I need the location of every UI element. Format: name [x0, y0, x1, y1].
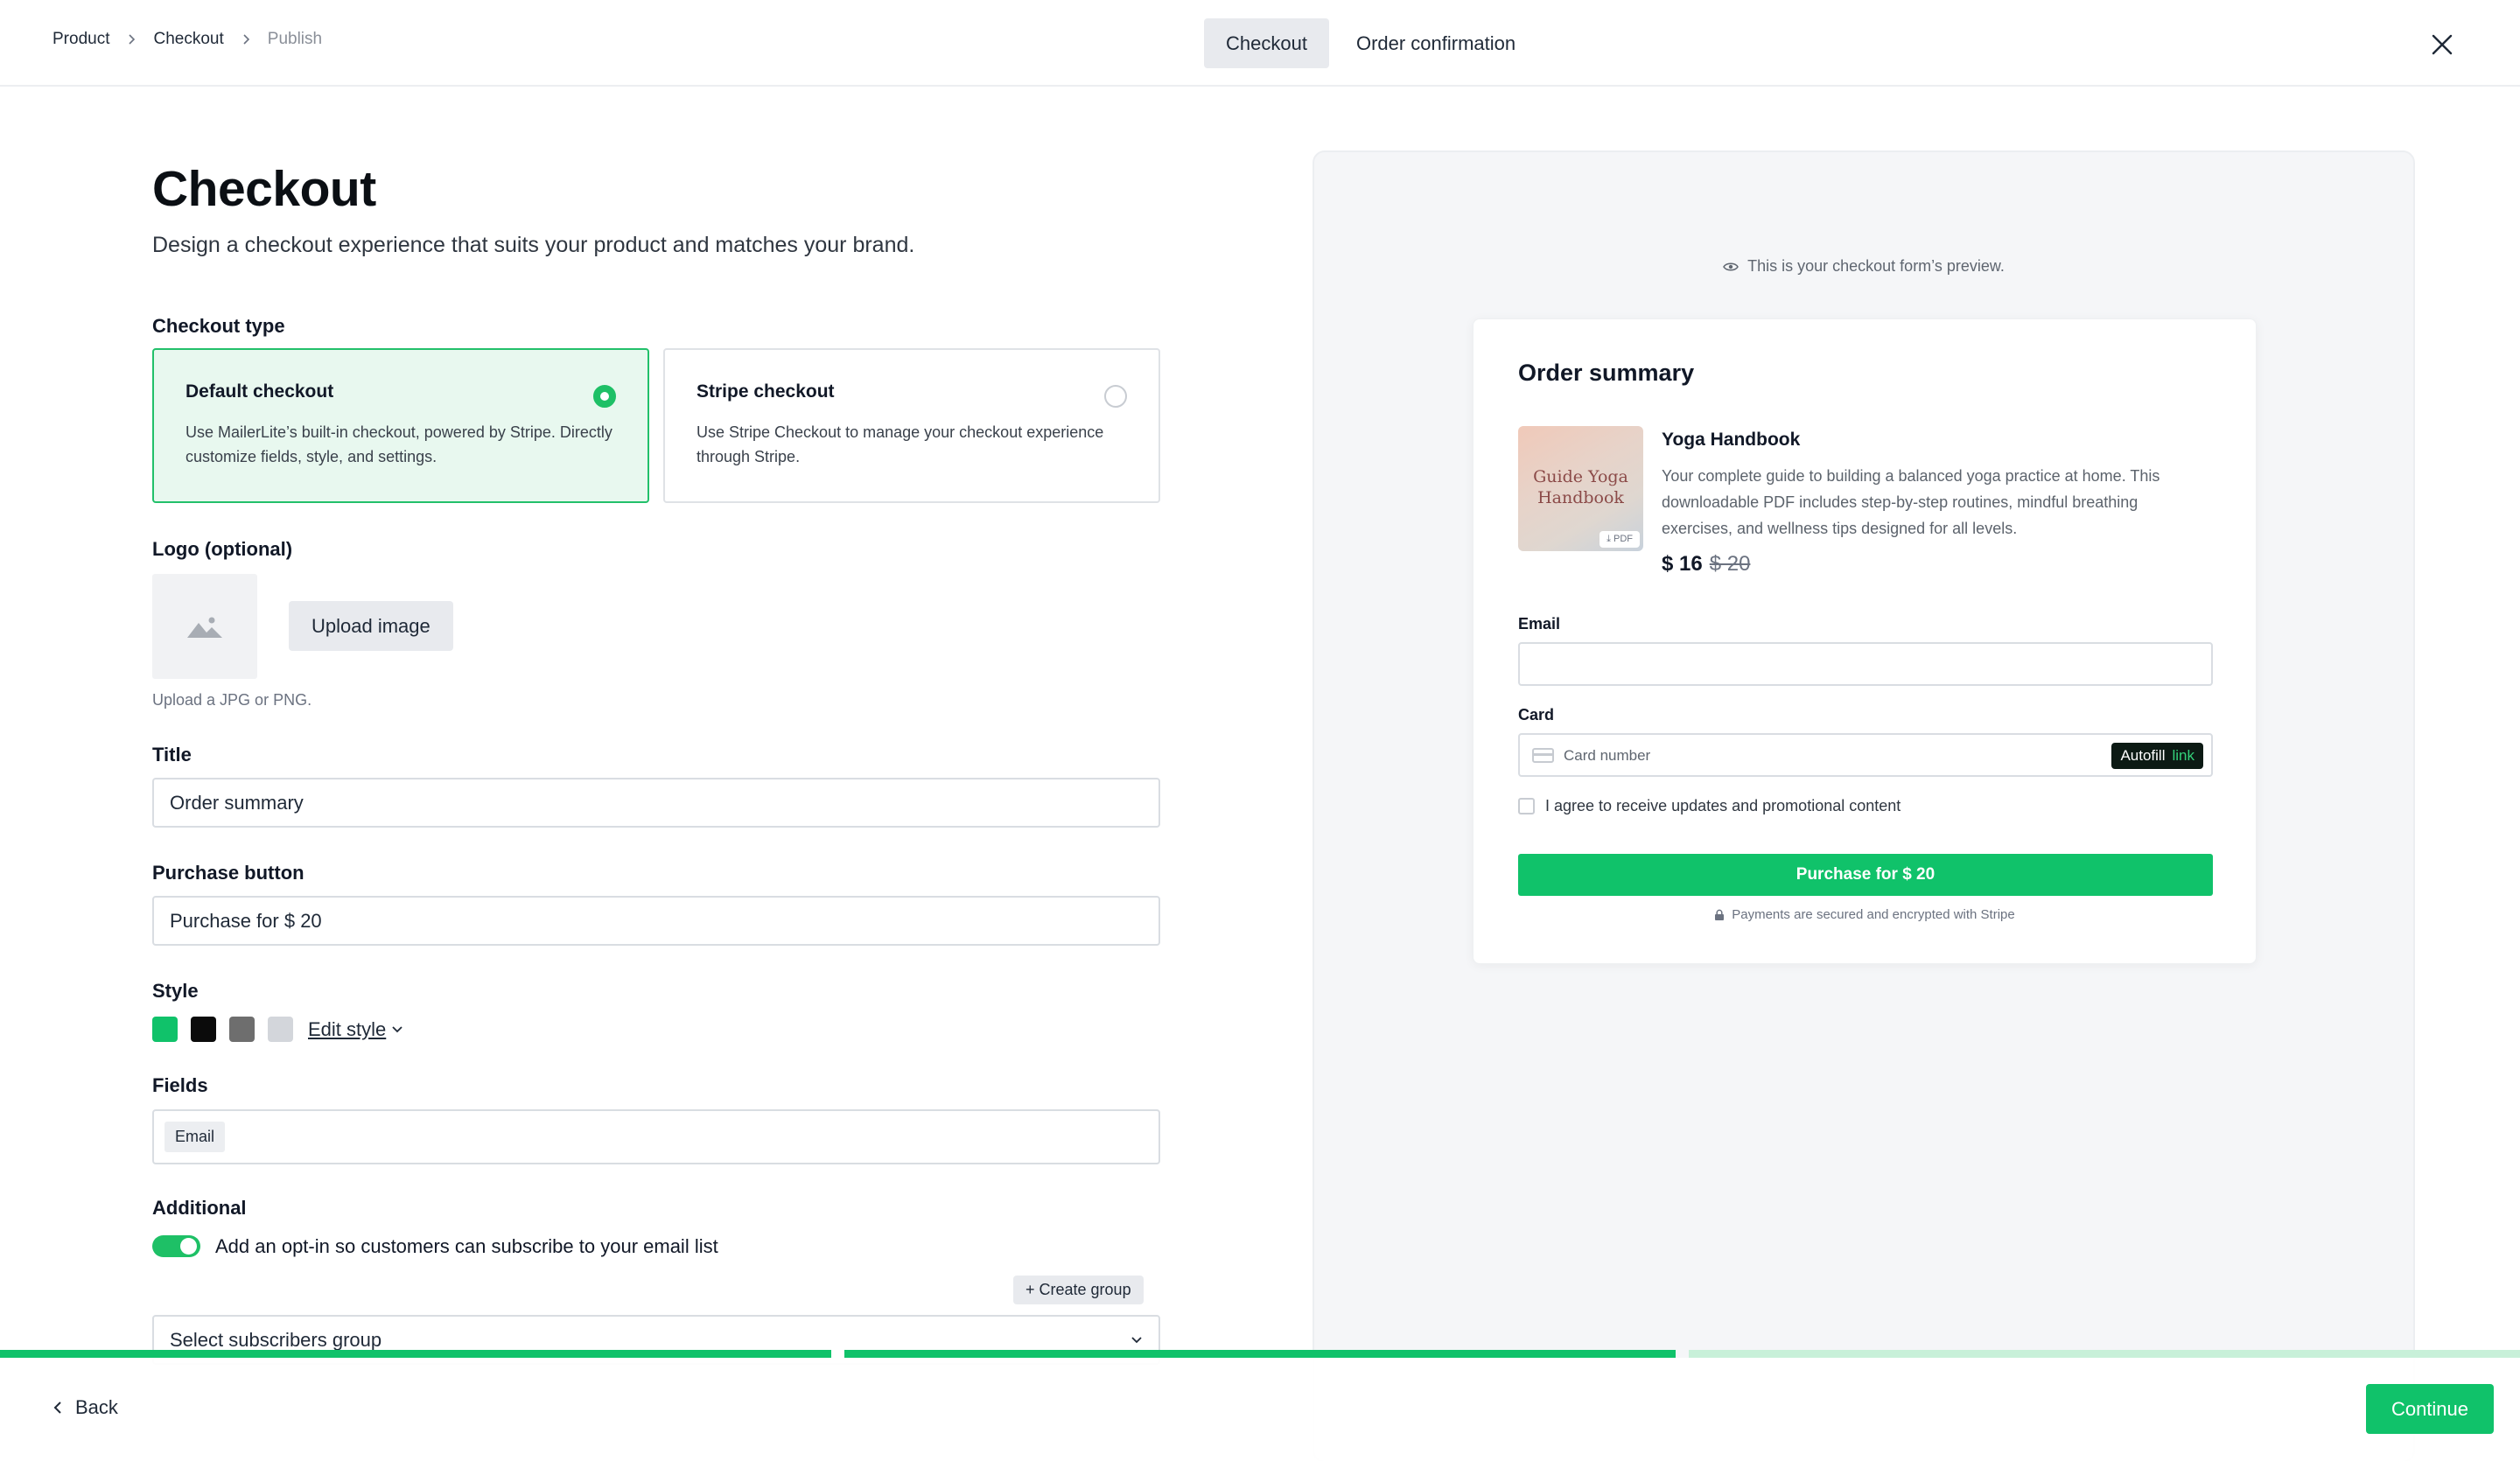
style-swatches: Edit style [152, 1017, 403, 1042]
purchase-button[interactable]: Purchase for $ 20 [1518, 854, 2213, 896]
title-label: Title [152, 744, 192, 765]
back-button[interactable]: Back [52, 1396, 118, 1419]
option-description: Use MailerLite’s built-in checkout, powe… [186, 423, 612, 465]
option-title: Stripe checkout [696, 381, 835, 402]
edit-style-label: Edit style [308, 1017, 387, 1040]
preview-tabs: Checkout Order confirmation [1204, 18, 1537, 68]
fields-input[interactable]: Email [152, 1109, 1160, 1164]
option-default-checkout[interactable]: Default checkout Use MailerLite’s built-… [152, 348, 649, 503]
email-field[interactable] [1518, 642, 2213, 686]
swatch-green[interactable] [152, 1017, 178, 1042]
card-number-field[interactable]: Card number Autofill link [1518, 733, 2213, 777]
thumbnail-title: Guide Yoga Handbook [1533, 467, 1628, 507]
preview-note: This is your checkout form’s preview. [1314, 257, 2413, 276]
back-label: Back [75, 1396, 118, 1418]
swatch-black[interactable] [191, 1017, 216, 1042]
fields-label: Fields [152, 1074, 208, 1096]
option-title: Default checkout [186, 381, 334, 402]
preview-note-text: This is your checkout form’s preview. [1747, 257, 2005, 275]
step-progress [0, 1350, 2520, 1358]
additional-label: Additional [152, 1197, 247, 1219]
top-bar: Product Checkout Publish Checkout Order … [0, 0, 2520, 87]
optin-toggle[interactable] [152, 1235, 200, 1257]
chevron-left-icon [53, 1402, 61, 1414]
logo-hint: Upload a JPG or PNG. [152, 691, 312, 709]
purchase-button-label: Purchase button [152, 862, 304, 884]
breadcrumb-product[interactable]: Product [52, 30, 109, 49]
bottom-bar: Back Continue [0, 1358, 2520, 1461]
option-stripe-checkout[interactable]: Stripe checkout Use Stripe Checkout to m… [663, 348, 1160, 503]
card-title: Order summary [1518, 360, 1695, 386]
agree-text: I agree to receive updates and promotion… [1545, 797, 1901, 814]
secure-note: Payments are secured and encrypted with … [1474, 907, 2256, 922]
style-label: Style [152, 980, 199, 1002]
autofill-link-button[interactable]: Autofill link [2111, 743, 2203, 769]
tab-checkout[interactable]: Checkout [1204, 18, 1329, 68]
email-label: Email [1518, 615, 1561, 633]
credit-card-icon [1532, 748, 1554, 763]
old-price: $ 20 [1709, 552, 1751, 576]
progress-step-3 [1689, 1350, 2520, 1358]
edit-style-link[interactable]: Edit style [308, 1018, 403, 1041]
current-price: $ 16 [1662, 552, 1703, 576]
breadcrumb: Product Checkout Publish [52, 30, 322, 49]
checkout-type-label: Checkout type [152, 315, 285, 337]
product-description: Your complete guide to building a balanc… [1662, 467, 2160, 537]
title-input[interactable]: Order summary [152, 778, 1160, 828]
upload-image-button[interactable]: Upload image [289, 601, 453, 651]
close-icon [2432, 34, 2453, 55]
image-icon [187, 617, 222, 638]
progress-step-1 [0, 1350, 831, 1358]
radio-unselected[interactable] [1104, 385, 1127, 408]
eye-icon [1723, 262, 1739, 270]
chevron-down-icon [392, 1025, 402, 1032]
breadcrumb-checkout[interactable]: Checkout [153, 30, 223, 49]
tab-order-confirmation[interactable]: Order confirmation [1334, 18, 1537, 68]
agree-checkbox[interactable] [1518, 798, 1535, 814]
continue-button[interactable]: Continue [2366, 1384, 2494, 1434]
checkout-preview-panel: This is your checkout form’s preview. Or… [1312, 150, 2415, 1461]
logo-placeholder [152, 574, 257, 679]
link-logo: link [2172, 747, 2194, 764]
optin-label: Add an opt-in so customers can subscribe… [215, 1235, 718, 1257]
card-label: Card [1518, 706, 1555, 724]
page-subtitle: Design a checkout experience that suits … [152, 233, 915, 257]
purchase-button-input[interactable]: Purchase for $ 20 [152, 896, 1160, 946]
checkout-card: Order summary Guide Yoga Handbook ⤓ PDF … [1473, 318, 2257, 964]
secure-text: Payments are secured and encrypted with … [1732, 907, 2015, 922]
chevron-down-icon [1131, 1336, 1142, 1343]
agree-row: I agree to receive updates and promotion… [1518, 797, 1900, 815]
breadcrumb-publish[interactable]: Publish [268, 30, 322, 49]
page-title: Checkout [152, 161, 376, 217]
field-chip-email[interactable]: Email [164, 1122, 226, 1152]
checkout-form: Checkout Design a checkout experience th… [152, 157, 1160, 1365]
swatch-gray[interactable] [229, 1017, 255, 1042]
plus-icon: + [1026, 1281, 1035, 1298]
radio-selected[interactable] [593, 385, 616, 408]
swatch-light-gray[interactable] [268, 1017, 293, 1042]
close-button[interactable] [2424, 26, 2460, 63]
pdf-badge: ⤓ PDF [1600, 531, 1640, 548]
product-name: Yoga Handbook [1662, 430, 1801, 450]
option-description: Use Stripe Checkout to manage your check… [696, 423, 1104, 465]
chevron-right-icon [224, 33, 268, 45]
product-thumbnail: Guide Yoga Handbook ⤓ PDF [1518, 426, 1643, 551]
lock-icon [1715, 909, 1725, 920]
checkout-type-options: Default checkout Use MailerLite’s built-… [152, 348, 1160, 503]
product-price: $ 16 $ 20 [1662, 552, 1750, 577]
create-group-label: Create group [1039, 1281, 1131, 1298]
logo-label: Logo (optional) [152, 538, 293, 560]
select-placeholder: Select subscribers group [170, 1328, 382, 1351]
autofill-label: Autofill [2120, 747, 2166, 764]
create-group-button[interactable]: + Create group [1013, 1276, 1144, 1304]
chevron-right-icon [109, 33, 153, 45]
card-number-placeholder: Card number [1564, 747, 1651, 764]
progress-step-2 [844, 1350, 1676, 1358]
